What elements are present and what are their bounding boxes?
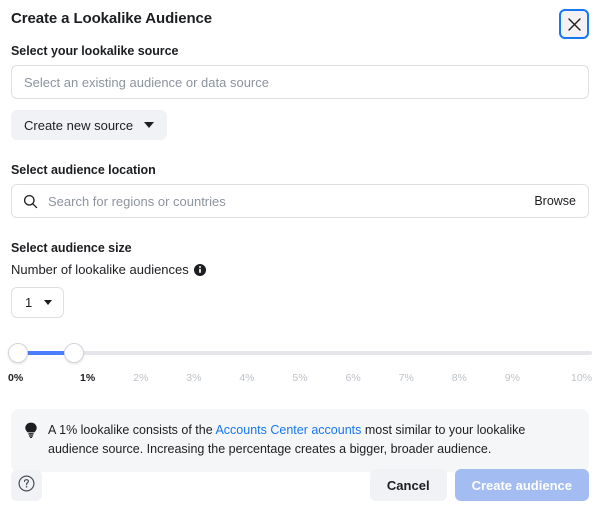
info-icon[interactable] [194,264,206,276]
slider-tick: 6% [327,372,380,384]
number-of-audiences-text: Number of lookalike audiences [11,262,189,277]
create-new-source-button[interactable]: Create new source [11,110,167,140]
lookalike-source-placeholder: Select an existing audience or data sour… [24,75,269,90]
location-search-input[interactable]: Search for regions or countries Browse [11,184,589,218]
location-section-label: Select audience location [11,163,589,177]
dialog-footer: Cancel Create audience [0,458,600,512]
footer-actions: Cancel Create audience [370,469,589,501]
help-button[interactable] [11,470,42,501]
help-circle-icon [18,475,35,495]
slider-tick: 3% [167,372,220,384]
slider-tick: 5% [273,372,326,384]
chevron-down-icon [44,300,52,305]
callout-text-before: A 1% lookalike consists of the [48,423,215,437]
dialog-header: Create a Lookalike Audience [0,0,600,38]
lookalike-percentage-slider[interactable] [8,343,592,363]
create-lookalike-audience-dialog: Create a Lookalike Audience Select your … [0,0,600,512]
slider-tick: 8% [433,372,486,384]
slider-tick: 1% [61,372,114,384]
callout-text: A 1% lookalike consists of the Accounts … [48,421,576,459]
slider-handle-low[interactable] [8,343,28,363]
location-search-placeholder: Search for regions or countries [48,194,226,209]
accounts-center-link[interactable]: Accounts Center accounts [215,423,361,437]
number-of-audiences-label: Number of lookalike audiences [11,262,589,277]
slider-tick: 0% [8,372,61,384]
slider-tick: 9% [486,372,539,384]
close-icon [568,18,581,31]
number-of-audiences-value: 1 [25,295,32,310]
lookalike-source-input[interactable]: Select an existing audience or data sour… [11,65,589,99]
create-audience-button[interactable]: Create audience [455,469,589,501]
chevron-down-icon [144,122,154,128]
browse-link[interactable]: Browse [534,194,576,208]
cancel-button[interactable]: Cancel [370,469,447,501]
slider-tick: 7% [380,372,433,384]
close-button[interactable] [559,9,589,39]
number-of-audiences-select[interactable]: 1 [11,287,64,318]
slider-track [8,351,592,355]
search-icon [23,194,38,209]
size-section-label: Select audience size [11,241,589,255]
slider-tick-labels: 0% 1% 2% 3% 4% 5% 6% 7% 8% 9% 10% [8,372,592,384]
source-section-label: Select your lookalike source [11,44,589,58]
slider-tick: 2% [114,372,167,384]
page-title: Create a Lookalike Audience [11,10,212,27]
create-new-source-label: Create new source [24,118,133,133]
lightbulb-icon [24,422,38,443]
dialog-body: Select your lookalike source Select an e… [0,44,600,318]
slider-handle-high[interactable] [64,343,84,363]
slider-tick: 10% [539,372,592,384]
slider-tick: 4% [220,372,273,384]
